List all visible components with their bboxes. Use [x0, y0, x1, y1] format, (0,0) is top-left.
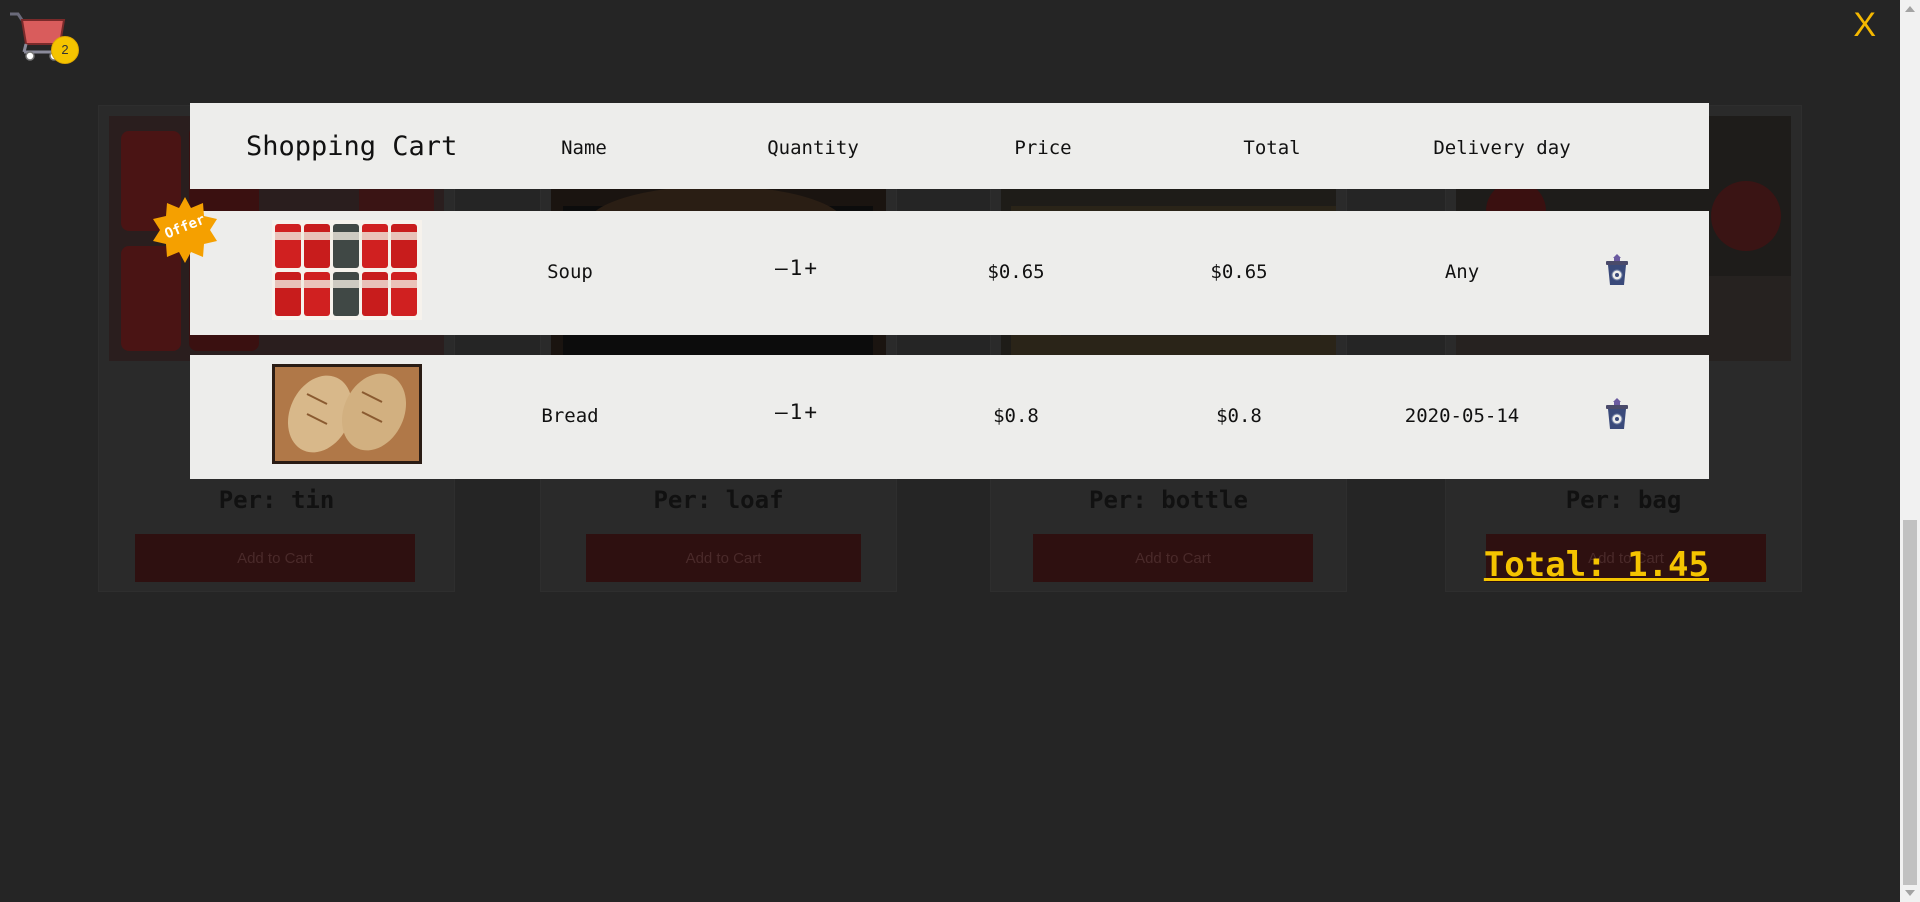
increase-quantity-button[interactable]: + — [802, 400, 819, 424]
close-button[interactable]: X — [1853, 6, 1876, 45]
soup-image — [272, 220, 422, 320]
quantity-stepper: —1+ — [773, 400, 819, 424]
delivery-day: Any — [1444, 261, 1480, 283]
decrease-quantity-button[interactable]: — — [773, 256, 790, 280]
per-unit-label: Per: tin — [218, 486, 335, 514]
item-name: Soup — [547, 261, 593, 283]
header-name: Name — [561, 137, 607, 159]
cart-row: Soup —1+ $0.65 $0.65 Any — [190, 211, 1709, 335]
add-to-cart-button[interactable]: Add to Cart — [135, 534, 415, 582]
cart-title: Shopping Cart — [246, 131, 458, 162]
item-price: $0.8 — [993, 405, 1039, 427]
per-unit-label: Per: loaf — [653, 486, 784, 514]
scrollbar[interactable] — [1900, 0, 1920, 902]
per-unit-label: Per: bag — [1565, 486, 1682, 514]
delivery-day: 2020-05-14 — [1404, 405, 1520, 427]
item-total: $0.8 — [1216, 405, 1262, 427]
header-delivery-day: Delivery day — [1433, 137, 1571, 159]
cart-grand-total: Total: 1.45 — [1483, 545, 1709, 585]
quantity-value: 1 — [789, 400, 803, 424]
cart-row: Bread —1+ $0.8 $0.8 2020-05-14 — [190, 355, 1709, 479]
decrease-quantity-button[interactable]: — — [773, 400, 790, 424]
item-price: $0.65 — [987, 261, 1045, 283]
quantity-stepper: —1+ — [773, 256, 819, 280]
trash-icon[interactable] — [1604, 397, 1630, 431]
header-quantity: Quantity — [767, 137, 859, 159]
header-total: Total — [1243, 137, 1301, 159]
add-to-cart-button[interactable]: Add to Cart — [586, 534, 861, 582]
add-to-cart-button[interactable]: Add to Cart — [1033, 534, 1313, 582]
per-unit-label: Per: bottle — [1089, 486, 1248, 514]
item-name: Bread — [541, 405, 599, 427]
increase-quantity-button[interactable]: + — [802, 256, 819, 280]
scrollbar-thumb[interactable] — [1903, 520, 1917, 885]
scroll-down-arrow-icon[interactable] — [1905, 890, 1915, 896]
item-total: $0.65 — [1210, 261, 1268, 283]
cart-header: Shopping Cart Name Quantity Price Total … — [190, 103, 1709, 189]
offer-badge: Offer — [150, 195, 220, 265]
cart-count-badge: 2 — [51, 36, 79, 64]
bread-image — [272, 364, 422, 464]
quantity-value: 1 — [789, 256, 803, 280]
scroll-up-arrow-icon[interactable] — [1905, 6, 1915, 12]
header-price: Price — [1014, 137, 1072, 159]
trash-icon[interactable] — [1604, 253, 1630, 287]
